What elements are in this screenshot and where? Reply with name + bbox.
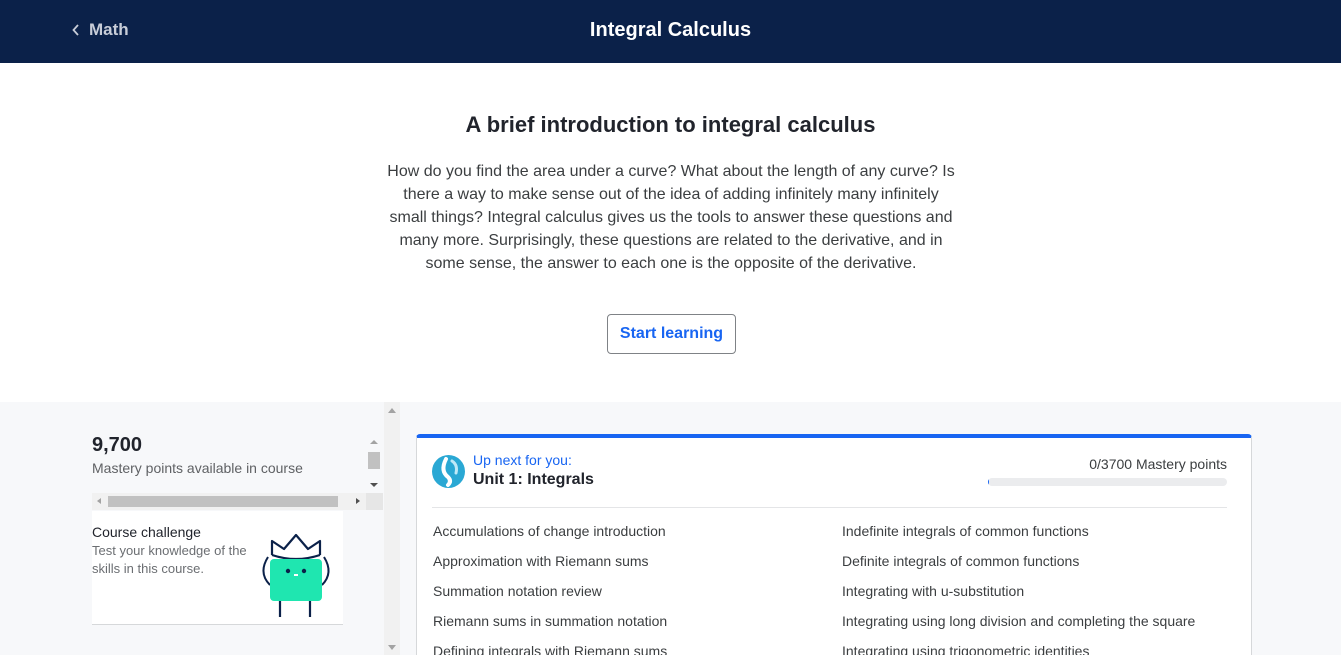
- intro-description: How do you find the area under a curve? …: [387, 163, 955, 272]
- sidebar-vertical-scrollbar[interactable]: [366, 436, 382, 492]
- scrollbar-corner: [366, 493, 383, 510]
- course-intro: A brief introduction to integral calculu…: [0, 63, 1341, 402]
- scroll-right-arrow-icon[interactable]: [356, 498, 360, 504]
- unit-swirl-icon: [432, 455, 465, 488]
- mastery-points-label: Mastery points available in course: [92, 460, 303, 476]
- lesson-link[interactable]: Integrating using long division and comp…: [842, 613, 1242, 643]
- page-title: Integral Calculus: [589, 19, 752, 41]
- course-challenge-card[interactable]: Course challenge Test your knowledge of …: [92, 511, 343, 625]
- card-divider: [432, 507, 1227, 508]
- lesson-column-right: Indefinite integrals of common functions…: [842, 523, 1242, 655]
- page-scroll-up-icon[interactable]: [388, 408, 396, 413]
- unit-title[interactable]: Unit 1: Integrals: [473, 471, 594, 489]
- intro-heading: A brief introduction to integral calculu…: [465, 112, 876, 137]
- unit-mastery-points: 0/3700 Mastery points: [1089, 456, 1227, 472]
- course-challenge-description: Test your knowledge of the skills in thi…: [92, 543, 247, 576]
- lesson-link[interactable]: Approximation with Riemann sums: [433, 553, 833, 583]
- scroll-thumb[interactable]: [368, 452, 380, 469]
- up-next-label: Up next for you:: [473, 452, 572, 468]
- up-next-unit-card: Up next for you: Unit 1: Integrals 0/370…: [416, 434, 1252, 655]
- lesson-link[interactable]: Defining integrals with Riemann sums: [433, 643, 833, 655]
- lesson-column-left: Accumulations of change introduction App…: [433, 523, 833, 655]
- unit-progress-fill: [988, 478, 990, 486]
- course-challenge-title: Course challenge: [92, 524, 201, 540]
- lesson-link[interactable]: Accumulations of change introduction: [433, 523, 833, 553]
- course-content: 9,700 Mastery points available in course…: [0, 402, 1341, 655]
- scroll-up-arrow-icon[interactable]: [370, 440, 378, 444]
- start-learning-button[interactable]: Start learning: [607, 314, 736, 354]
- course-sidebar: 9,700 Mastery points available in course…: [0, 402, 384, 655]
- lesson-link[interactable]: Indefinite integrals of common functions: [842, 523, 1242, 553]
- scroll-down-arrow-icon[interactable]: [370, 483, 378, 487]
- mastery-points-total: 9,700: [92, 434, 143, 456]
- lesson-link[interactable]: Summation notation review: [433, 583, 833, 613]
- scroll-thumb-horizontal[interactable]: [108, 496, 338, 507]
- page-vertical-scrollbar[interactable]: [384, 402, 400, 655]
- lesson-link[interactable]: Integrating with u-substitution: [842, 583, 1242, 613]
- crowned-mascot-illustration: [262, 533, 330, 617]
- unit-progress-bar: [988, 478, 1227, 486]
- top-header: Math Integral Calculus: [0, 0, 1341, 63]
- lesson-link[interactable]: Integrating using trigonometric identiti…: [842, 643, 1242, 655]
- sidebar-horizontal-scrollbar[interactable]: [92, 493, 366, 510]
- lesson-link[interactable]: Definite integrals of common functions: [842, 553, 1242, 583]
- lesson-link[interactable]: Riemann sums in summation notation: [433, 613, 833, 643]
- scroll-left-arrow-icon[interactable]: [97, 498, 101, 504]
- page-scroll-down-icon[interactable]: [388, 645, 396, 650]
